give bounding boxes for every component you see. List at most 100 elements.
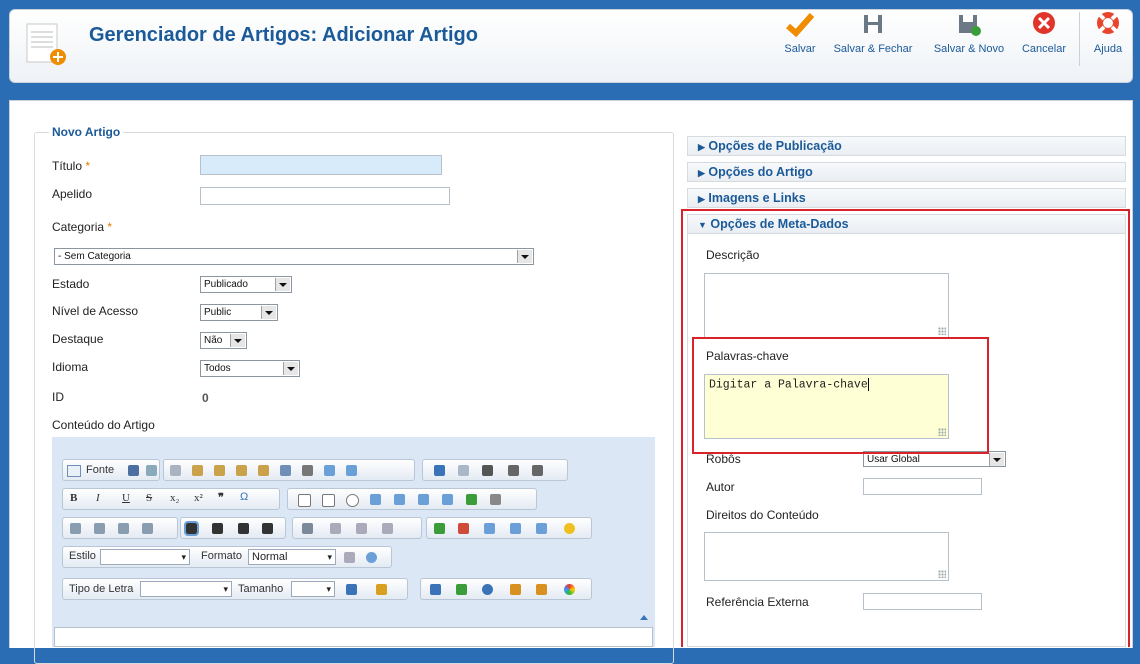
size-combo[interactable]: ▾: [291, 581, 335, 597]
title-label: Título *: [52, 159, 91, 173]
redo-icon[interactable]: [458, 465, 469, 476]
indent-icon[interactable]: [142, 523, 153, 534]
maximize-icon[interactable]: [430, 584, 441, 595]
numbered-list-icon[interactable]: [70, 523, 81, 534]
bulleted-list-icon[interactable]: [94, 523, 105, 534]
help-label: Ajuda: [1093, 43, 1123, 55]
color-wheel-icon[interactable]: [564, 584, 575, 595]
form-icon[interactable]: [298, 494, 311, 507]
bold-icon[interactable]: B: [70, 492, 77, 504]
undo-icon[interactable]: [434, 465, 445, 476]
bg-color-icon[interactable]: [376, 584, 387, 595]
outdent-icon[interactable]: [118, 523, 129, 534]
unlink-icon[interactable]: [330, 523, 341, 534]
help-button[interactable]: Ajuda: [1088, 10, 1128, 55]
subscript-icon[interactable]: x₂: [170, 492, 179, 504]
new-page-icon[interactable]: [146, 465, 157, 476]
cut-icon[interactable]: [170, 465, 181, 476]
spellcheck-icon[interactable]: [324, 465, 335, 476]
editor-content-area[interactable]: [54, 627, 653, 647]
source-button[interactable]: Fonte: [86, 464, 114, 476]
category-select[interactable]: - Sem Categoria: [54, 248, 534, 265]
save-button[interactable]: Salvar: [778, 10, 822, 55]
keywords-highlight-box: [692, 337, 989, 454]
radio-icon[interactable]: [346, 494, 359, 507]
hidden-field-icon[interactable]: [490, 494, 501, 505]
print-icon[interactable]: [302, 465, 313, 476]
button-field-icon[interactable]: [442, 494, 453, 505]
about-icon[interactable]: [482, 584, 493, 595]
image-icon[interactable]: [434, 523, 445, 534]
cancel-icon: [1033, 12, 1055, 34]
pagebreak-icon[interactable]: [510, 523, 521, 534]
category-label: Categoria *: [52, 220, 113, 234]
textarea-icon[interactable]: [394, 494, 405, 505]
language-select[interactable]: Todos: [200, 360, 300, 377]
link-icon[interactable]: [302, 523, 313, 534]
horizontal-rule-icon[interactable]: [536, 523, 547, 534]
font-combo[interactable]: ▾: [140, 581, 232, 597]
anchor-icon[interactable]: [356, 523, 367, 534]
id-value: 0: [202, 391, 209, 405]
zoom-icon[interactable]: [366, 552, 377, 563]
media-icon[interactable]: [458, 523, 469, 534]
underline-icon[interactable]: U: [122, 492, 130, 504]
text-color-icon[interactable]: [346, 584, 357, 595]
style-combo[interactable]: ▾: [100, 549, 190, 565]
panel-publishing-options[interactable]: ▶ Opções de Publicação: [687, 136, 1126, 156]
spellcheck-menu-icon[interactable]: [346, 465, 357, 476]
id-label: ID: [52, 390, 64, 404]
state-select[interactable]: Publicado: [200, 276, 292, 293]
checkmark-icon: [786, 13, 815, 38]
image-button-icon[interactable]: [466, 494, 477, 505]
save-new-label: Salvar & Novo: [933, 43, 1005, 55]
paste-word-icon[interactable]: [258, 465, 269, 476]
access-select[interactable]: Public: [200, 304, 278, 321]
copy-icon[interactable]: [192, 465, 203, 476]
align-left-icon[interactable]: [184, 521, 199, 536]
superscript-icon[interactable]: x²: [194, 492, 203, 504]
select-field-icon[interactable]: [418, 494, 429, 505]
eraser-icon[interactable]: [482, 465, 493, 476]
save-new-button[interactable]: Salvar & Novo: [928, 10, 1010, 55]
checkbox-icon[interactable]: [322, 494, 335, 507]
paste-text-icon[interactable]: [236, 465, 247, 476]
panel-article-options[interactable]: ▶ Opções do Artigo: [687, 162, 1126, 182]
save-doc-icon[interactable]: [128, 465, 139, 476]
alias-label: Apelido: [52, 187, 93, 201]
triangle-right-icon: ▶: [698, 194, 705, 204]
fieldset-legend: Novo Artigo: [49, 125, 124, 139]
smiley-icon[interactable]: [564, 523, 575, 534]
italic-icon[interactable]: I: [96, 492, 100, 504]
preview-icon[interactable]: [280, 465, 291, 476]
document-icon[interactable]: [536, 584, 547, 595]
alias-input[interactable]: [200, 187, 450, 205]
align-center-icon[interactable]: [212, 523, 223, 534]
collapse-toolbar-icon[interactable]: [640, 615, 648, 620]
chevron-down-icon: ▾: [326, 584, 331, 594]
blockquote-icon[interactable]: ❞: [218, 491, 224, 504]
featured-select[interactable]: Não: [200, 332, 247, 349]
paste-icon[interactable]: [214, 465, 225, 476]
template-icon[interactable]: [510, 584, 521, 595]
flash-icon[interactable]: [382, 523, 393, 534]
save-label: Salvar: [784, 43, 816, 55]
find-icon[interactable]: [508, 465, 519, 476]
format-combo[interactable]: Normal ▾: [248, 549, 336, 565]
table-icon[interactable]: [484, 523, 495, 534]
align-justify-icon[interactable]: [262, 523, 273, 534]
show-blocks-icon[interactable]: [456, 584, 467, 595]
source-icon: [67, 465, 81, 477]
align-right-icon[interactable]: [238, 523, 249, 534]
spell-type-icon[interactable]: [344, 552, 355, 563]
cancel-button[interactable]: Cancelar: [1019, 10, 1069, 55]
title-input[interactable]: [200, 155, 442, 175]
textfield-icon[interactable]: [370, 494, 381, 505]
panel-images-links[interactable]: ▶ Imagens e Links: [687, 188, 1126, 208]
content-label: Conteúdo do Artigo: [52, 418, 155, 432]
page-title: Gerenciador de Artigos: Adicionar Artigo: [89, 24, 478, 46]
save-close-button[interactable]: Salvar & Fechar: [830, 10, 916, 55]
strikethrough-icon[interactable]: S: [146, 492, 152, 504]
special-char-icon[interactable]: Ω: [240, 491, 248, 503]
replace-icon[interactable]: [532, 465, 543, 476]
